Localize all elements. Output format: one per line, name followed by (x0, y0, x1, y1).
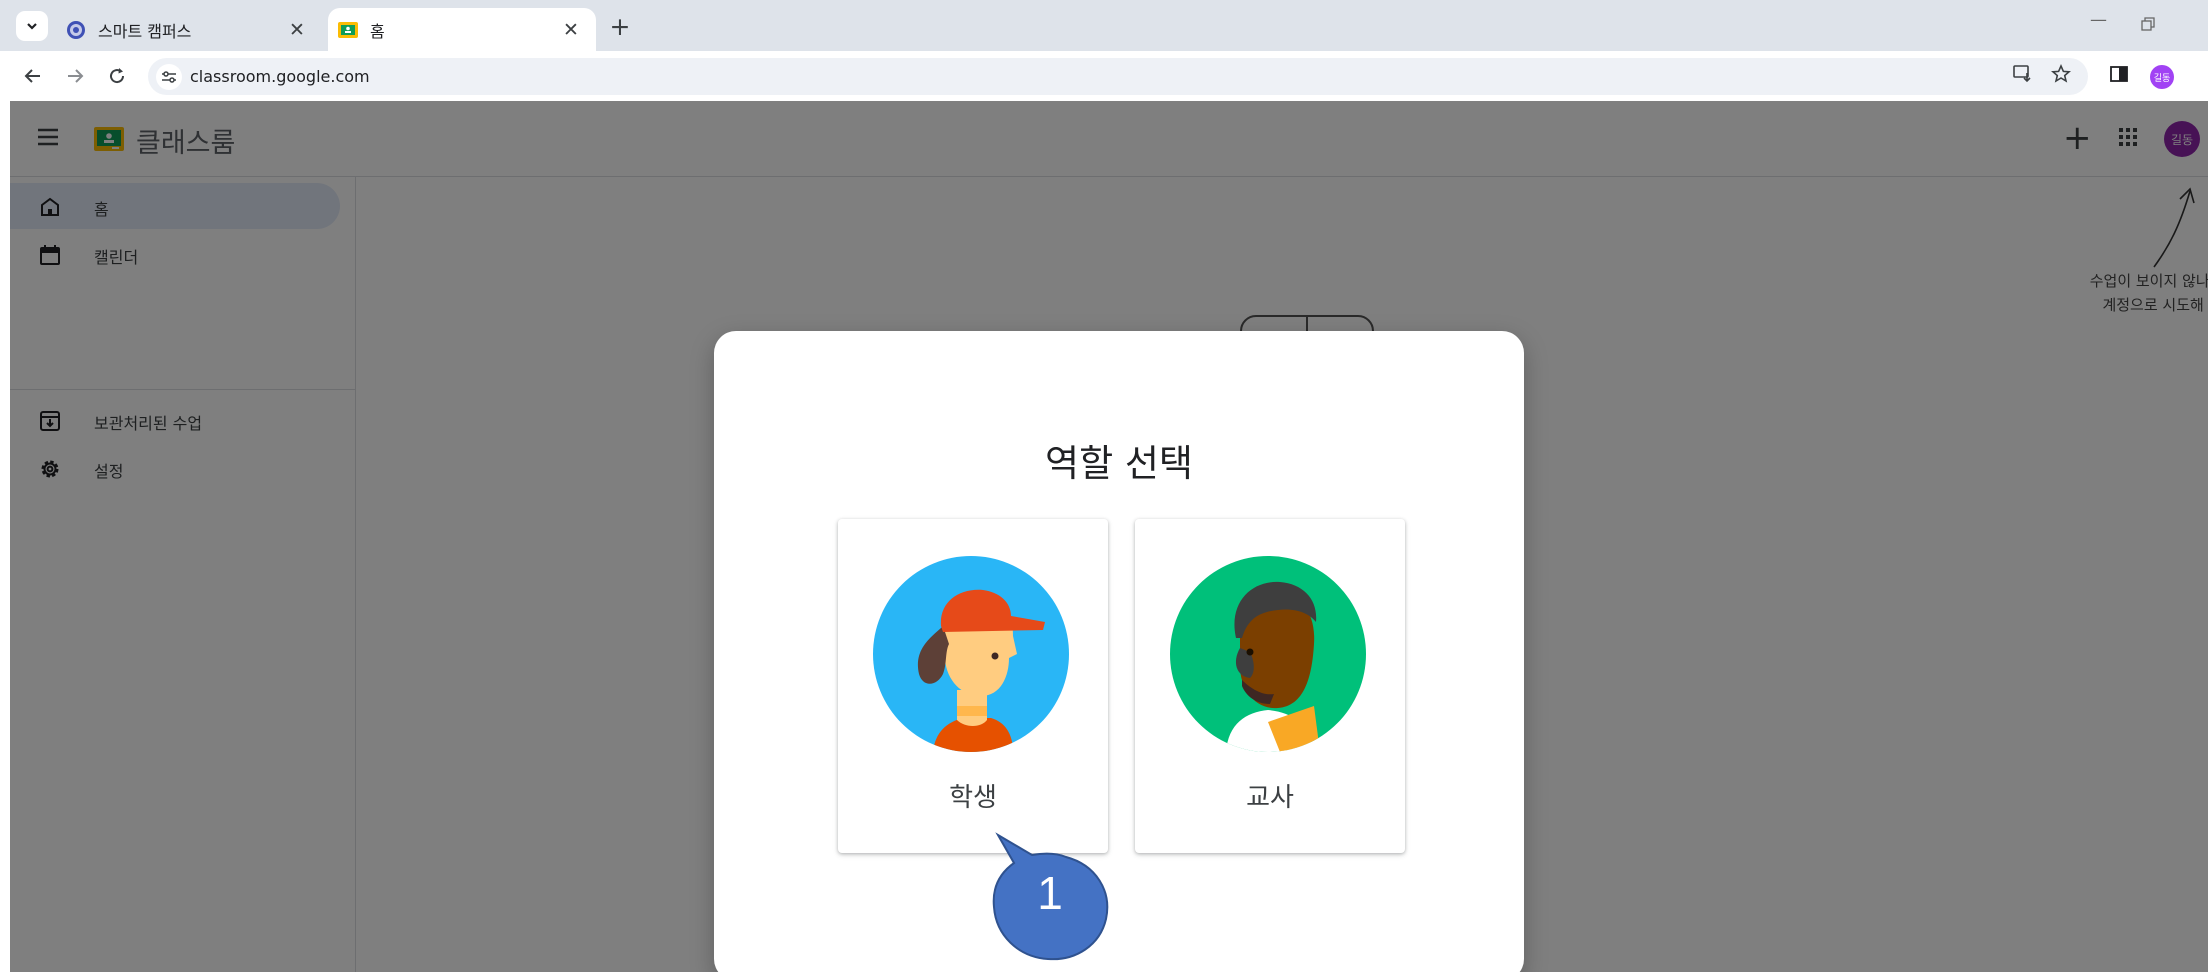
reload-button[interactable] (102, 61, 132, 91)
tab-search-button[interactable] (16, 11, 48, 41)
side-panel-icon[interactable] (2106, 61, 2132, 87)
role-label-teacher: 교사 (1246, 783, 1294, 813)
arrow-left-icon (24, 69, 40, 83)
url-text: classroom.google.com (190, 67, 370, 86)
new-tab-button[interactable]: + (604, 10, 636, 42)
close-tab-icon[interactable]: ✕ (286, 19, 308, 41)
install-app-icon[interactable] (2010, 61, 2036, 87)
back-button[interactable] (18, 61, 48, 91)
chevron-down-icon (27, 23, 37, 30)
smart-campus-favicon-icon (67, 20, 85, 39)
student-avatar-icon (873, 556, 1069, 752)
address-bar[interactable]: classroom.google.com (148, 58, 2088, 95)
close-tab-icon[interactable]: ✕ (560, 19, 582, 41)
restore-icon[interactable] (2140, 16, 2156, 32)
tune-icon (162, 71, 176, 83)
site-info-button[interactable] (156, 64, 182, 90)
forward-button[interactable] (60, 61, 90, 91)
role-card-teacher[interactable]: 교사 (1135, 519, 1405, 853)
classroom-favicon-icon (338, 21, 358, 38)
tab-title: 홈 (370, 21, 385, 41)
browser-profile-avatar[interactable]: 길동 (2150, 65, 2174, 89)
arrow-right-icon (68, 69, 84, 83)
tab-title: 스마트 캠퍼스 (98, 21, 192, 41)
reload-icon (110, 68, 125, 84)
tab-smart-campus[interactable]: 스마트 캠퍼스 ✕ (56, 8, 322, 51)
bookmark-star-icon[interactable] (2048, 61, 2074, 87)
minimize-icon[interactable]: — (2090, 10, 2107, 30)
dialog-title: 역할 선택 (1045, 442, 1193, 485)
tab-classroom-home[interactable]: 홈 ✕ (328, 8, 596, 51)
role-label-student: 학생 (949, 783, 997, 813)
browser-toolbar: classroom.google.com 길동 (0, 51, 2208, 101)
step-callout-number: 1 (1037, 867, 1063, 919)
role-card-student[interactable]: 학생 (838, 519, 1108, 853)
browser-tabstrip: 스마트 캠퍼스 ✕ 홈 ✕ + — (0, 0, 2208, 51)
teacher-avatar-icon (1170, 556, 1366, 752)
